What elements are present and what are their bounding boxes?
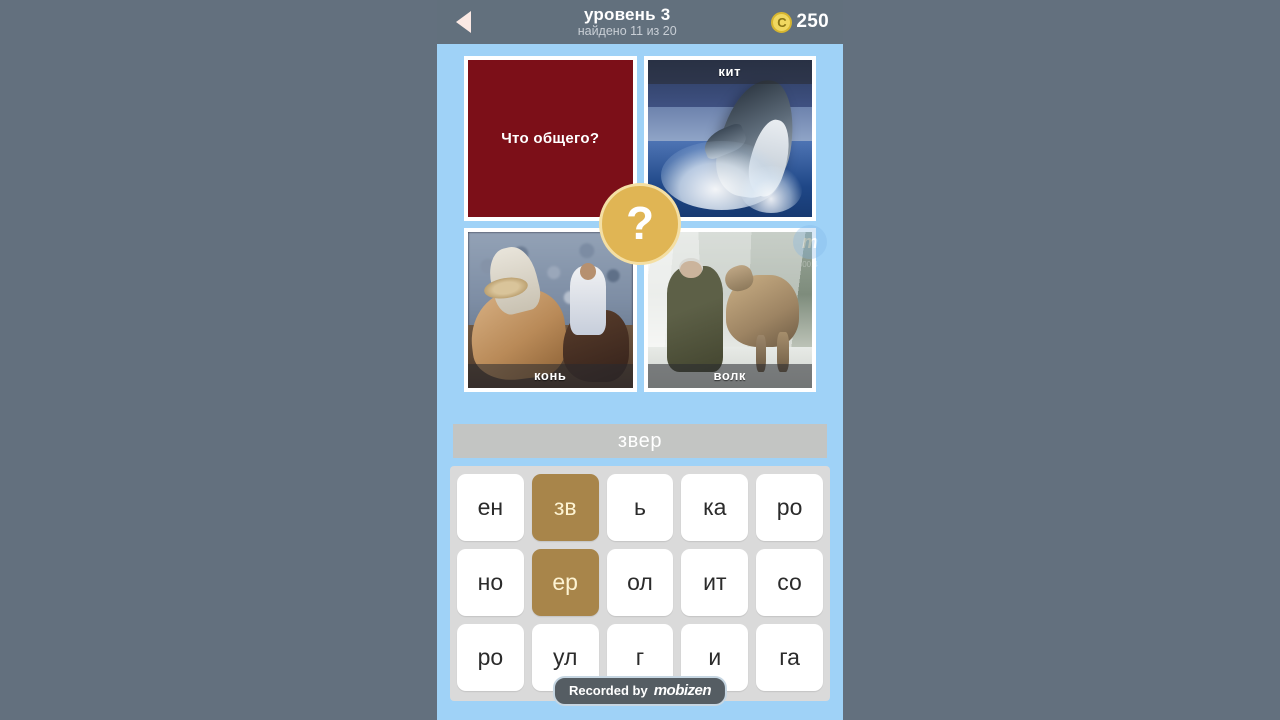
page-title: уровень 3 bbox=[584, 5, 671, 24]
watermark-brand: mobizen bbox=[653, 682, 712, 699]
letter-key[interactable]: но bbox=[457, 549, 524, 616]
letter-key[interactable]: ка bbox=[681, 474, 749, 541]
puzzle-area: Что общего? кит конь волк ? m 00:4 bbox=[437, 44, 843, 392]
mobizen-bubble-icon: m bbox=[793, 225, 827, 259]
coin-balance[interactable]: C 250 bbox=[771, 11, 829, 33]
recording-timer: 00:4 bbox=[802, 260, 818, 269]
answer-text: звер bbox=[617, 429, 663, 452]
letter-key[interactable]: ит bbox=[681, 549, 749, 616]
progress-subtitle: найдено 11 из 20 bbox=[577, 24, 677, 38]
letter-key[interactable]: ол bbox=[606, 549, 674, 616]
back-button[interactable] bbox=[437, 0, 489, 44]
screen-recorder-widget[interactable]: m 00:4 bbox=[789, 224, 831, 270]
back-triangle-icon bbox=[455, 11, 471, 33]
letter-keyboard: ен зв ь ка ро но ер ол ит со ро ул г и г… bbox=[450, 466, 830, 701]
header-title-group: уровень 3 найдено 11 из 20 bbox=[483, 5, 771, 39]
question-mark-badge-icon: ? bbox=[625, 196, 655, 249]
coin-icon: C bbox=[771, 11, 793, 33]
letter-key[interactable]: га bbox=[756, 624, 823, 691]
question-tile-label: Что общего? bbox=[501, 129, 600, 147]
letter-key[interactable]: ен bbox=[457, 474, 524, 541]
picture-grid: Что общего? кит конь волк ? bbox=[464, 56, 816, 392]
letter-key[interactable]: ро bbox=[457, 624, 524, 691]
letter-key[interactable]: ро bbox=[756, 474, 823, 541]
picture-caption-horse: конь bbox=[468, 364, 633, 388]
hint-question-button[interactable]: ? bbox=[599, 183, 681, 265]
app-header: уровень 3 найдено 11 из 20 C 250 bbox=[437, 0, 843, 44]
letter-key[interactable]: ь bbox=[606, 474, 674, 541]
screen-root: уровень 3 найдено 11 из 20 C 250 Что общ… bbox=[0, 0, 1280, 720]
letter-key[interactable]: ер bbox=[531, 549, 599, 616]
recording-watermark: Recorded by mobizen bbox=[552, 676, 728, 706]
coin-count: 250 bbox=[796, 11, 829, 32]
picture-caption-whale: кит bbox=[647, 60, 812, 84]
answer-bar[interactable]: звер bbox=[453, 424, 827, 458]
picture-caption-wolf: волк bbox=[647, 364, 812, 388]
letter-key[interactable]: со bbox=[756, 549, 823, 616]
phone-viewport: уровень 3 найдено 11 из 20 C 250 Что общ… bbox=[437, 0, 843, 720]
watermark-prefix: Recorded by bbox=[568, 683, 648, 698]
keyboard-row: но ер ол ит со bbox=[457, 549, 823, 616]
keyboard-row: ен зв ь ка ро bbox=[457, 474, 823, 541]
letter-key[interactable]: зв bbox=[531, 474, 599, 541]
